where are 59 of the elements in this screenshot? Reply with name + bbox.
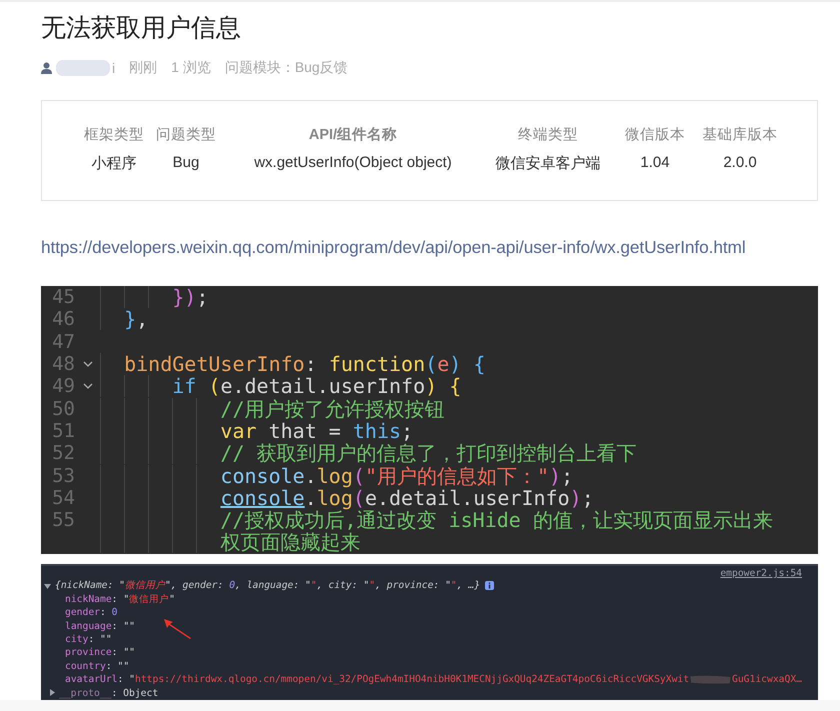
column-header: 微信版本	[625, 126, 685, 144]
table-cell-text: 小程序	[90, 154, 138, 173]
code-line: });	[100, 286, 208, 308]
line-number: 55	[51, 509, 75, 532]
object-property: city: ""	[65, 634, 112, 645]
table-cell-text: wx.getUserInfo(Object object)	[253, 154, 453, 173]
source-link[interactable]: empower2.js:54	[720, 568, 802, 579]
object-property[interactable]: __proto__: Object	[59, 688, 158, 699]
table-cell-text: Bug	[172, 154, 200, 173]
code-line: var that = this;	[100, 420, 414, 442]
column-header: API/组件名称	[308, 126, 398, 144]
object-property: country: ""	[65, 660, 130, 672]
code-line: //用户按了允许授权按钮	[100, 398, 445, 420]
line-number: 52	[51, 442, 75, 464]
table-cell-text: 微信安卓客户端	[494, 154, 602, 173]
object-property: GuG1icwxaQX…	[732, 674, 802, 686]
object-property: province: ""	[65, 647, 136, 658]
line-number: 45	[51, 286, 75, 308]
column-header: 基础库版本	[702, 126, 778, 144]
code-line: //授权成功后,通过改变 isHide 的值，让实现页面显示出来	[100, 509, 773, 532]
code-line: 权页面隐藏起来	[100, 531, 360, 554]
column-header: 问题类型	[156, 126, 216, 144]
post-title: 无法获取用户信息	[41, 13, 242, 44]
object-summary[interactable]: {nickName: "微信用户", gender: 0, language: "", city: "", province: "", …}	[55, 579, 480, 592]
table-cell-text: 2.0.0	[722, 154, 758, 173]
column-header: 终端类型	[518, 126, 578, 144]
code-line: console.log("用户的信息如下：");	[100, 464, 574, 487]
code-line: // 获取到用户的信息了，打印到控制台上看下	[100, 442, 637, 464]
object-property: nickName: "微信用户"	[65, 592, 176, 606]
collapse-triangle-icon[interactable]	[48, 689, 56, 698]
code-line: bindGetUserInfo: function(e) {	[100, 353, 486, 376]
fold-chevron-icon[interactable]	[82, 382, 92, 390]
object-property: gender: 0	[65, 607, 118, 618]
line-number: 53	[51, 464, 75, 487]
redaction-blob	[689, 673, 732, 686]
line-number: 48	[51, 353, 75, 376]
api-link[interactable]: https://developers.weixin.qq.com/miniprogram/dev/api/open-api/user-info/wx.getUserInfo.html	[41, 237, 818, 258]
code-line: if (e.detail.userInfo) {	[100, 375, 462, 398]
expand-triangle-icon[interactable]	[44, 582, 52, 590]
user-icon	[41, 62, 52, 74]
object-property: avatarUrl: "https://thirdwx.qlogo.cn/mmopen/vi_32/POgEwh4mIHO4nibH0K1MECNjjGxQUq24ZEaGT4poC6icRiccVGKSyXwit	[65, 674, 690, 686]
object-property: language: ""	[65, 620, 136, 632]
module-label: 问题模块：Bug反馈	[224, 59, 348, 77]
line-number: 47	[51, 330, 75, 353]
post-time: 刚刚	[129, 59, 158, 77]
redaction-blob	[54, 59, 110, 77]
annotation-arrow	[163, 618, 193, 640]
column-header: 框架类型	[84, 126, 144, 144]
code-line: console.log(e.detail.userInfo);	[100, 486, 594, 509]
view-count: 1 浏览	[171, 59, 211, 77]
table-cell-text: 1.04	[639, 154, 671, 173]
line-number: 50	[51, 398, 75, 420]
code-line: },	[100, 308, 148, 330]
line-number: 46	[51, 308, 75, 330]
line-number: 54	[51, 486, 75, 509]
line-number: 51	[51, 420, 75, 442]
fold-chevron-icon[interactable]	[82, 360, 92, 368]
info-icon[interactable]	[485, 581, 494, 590]
line-number: 49	[51, 375, 75, 398]
